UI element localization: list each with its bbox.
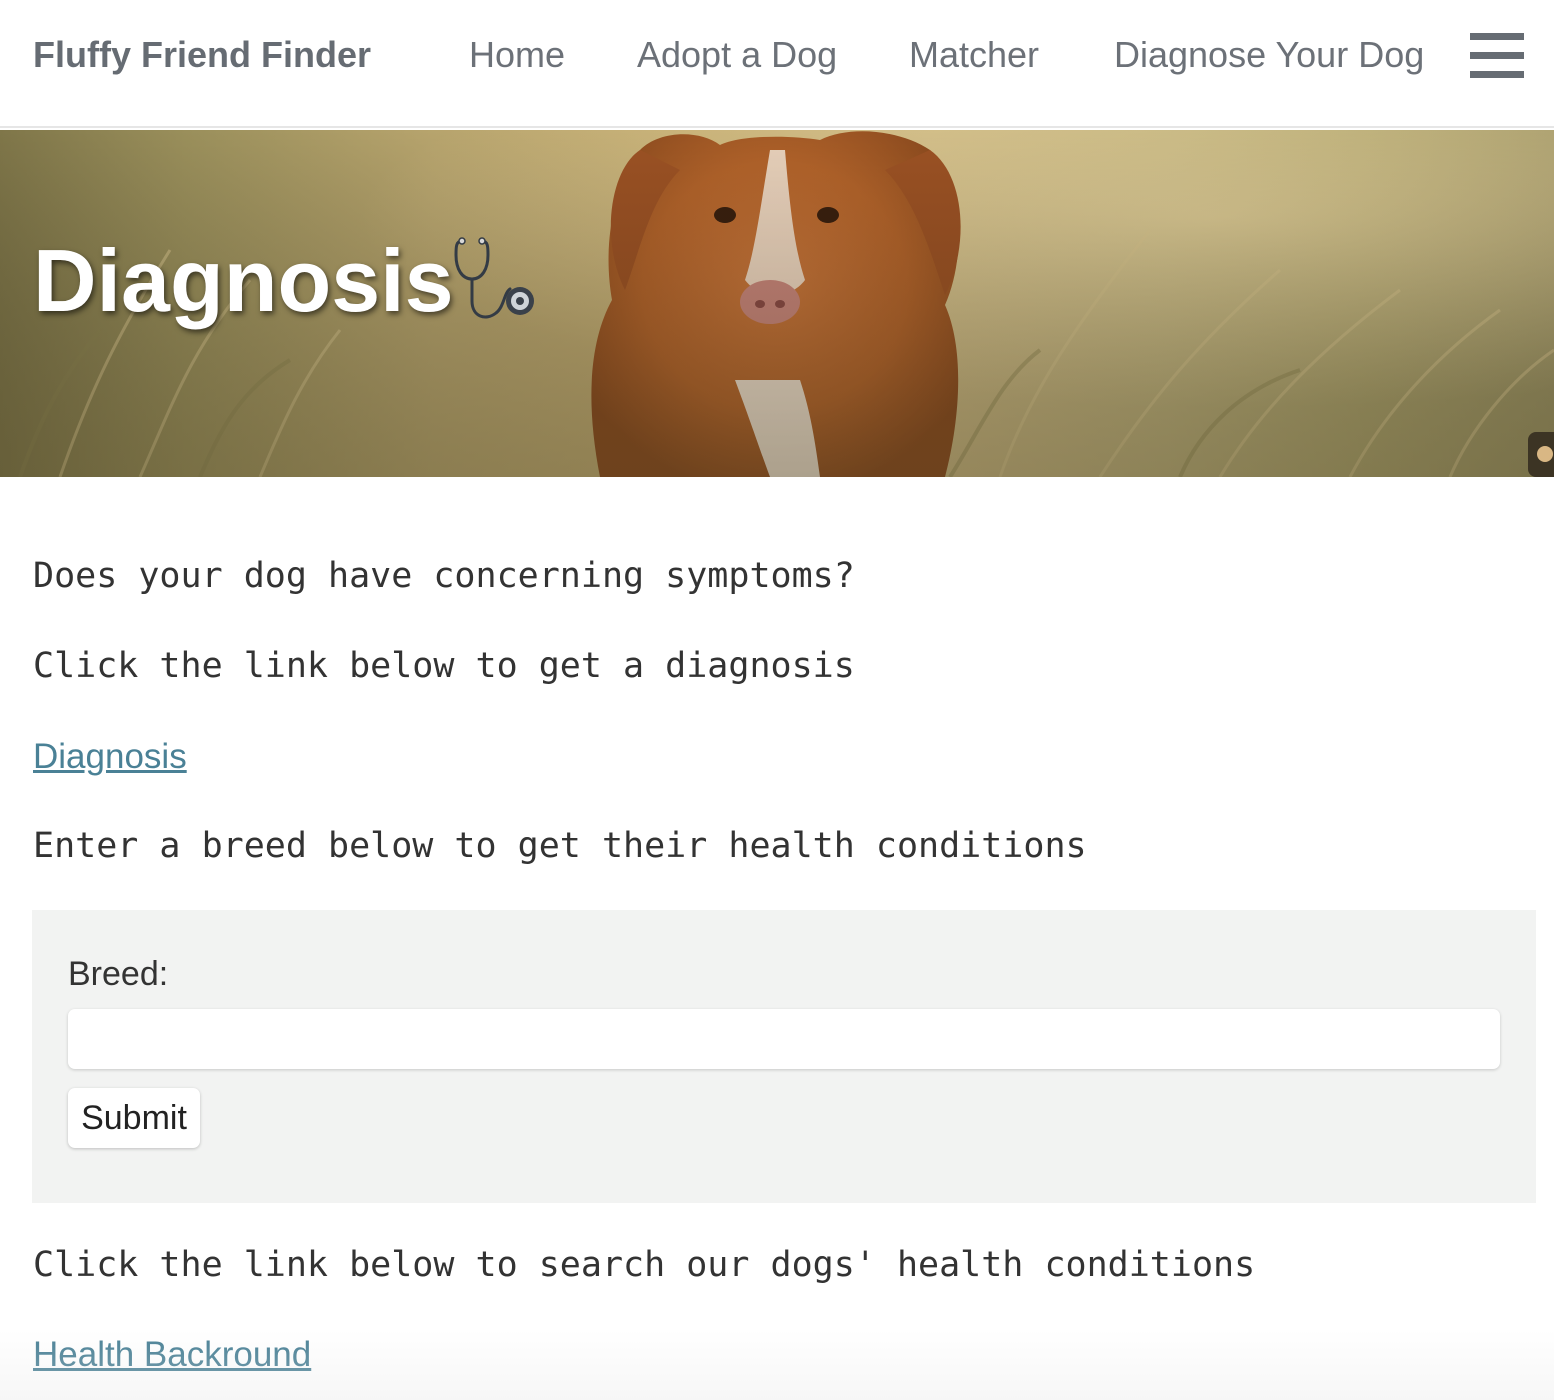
health-background-link[interactable]: Health Backround (33, 1335, 311, 1375)
submit-button[interactable]: Submit (68, 1088, 200, 1148)
corner-widget-icon[interactable] (1528, 432, 1554, 477)
diagnosis-prompt: Click the link below to get a diagnosis (33, 646, 855, 686)
breed-input[interactable] (68, 1009, 1500, 1069)
page-title: Diagnosis (33, 231, 454, 330)
brand-link[interactable]: Fluffy Friend Finder (33, 34, 371, 76)
nav-link-matcher[interactable]: Matcher (909, 34, 1039, 76)
symptoms-question: Does your dog have concerning symptoms? (33, 556, 855, 596)
breed-form: Breed: Submit (32, 910, 1536, 1203)
hamburger-menu-icon[interactable] (1470, 33, 1524, 78)
navbar: Fluffy Friend Finder Home Adopt a Dog Ma… (0, 0, 1554, 128)
nav-link-home[interactable]: Home (469, 34, 565, 76)
hero-banner: Diagnosis (0, 130, 1554, 477)
diagnosis-link[interactable]: Diagnosis (33, 737, 187, 777)
breed-label: Breed: (68, 955, 169, 993)
nav-link-diagnose-your-dog[interactable]: Diagnose Your Dog (1114, 34, 1424, 76)
health-prompt: Click the link below to search our dogs'… (33, 1245, 1256, 1285)
stethoscope-icon (454, 237, 534, 319)
nav-link-adopt-a-dog[interactable]: Adopt a Dog (637, 34, 837, 76)
breed-prompt: Enter a breed below to get their health … (33, 826, 1087, 866)
